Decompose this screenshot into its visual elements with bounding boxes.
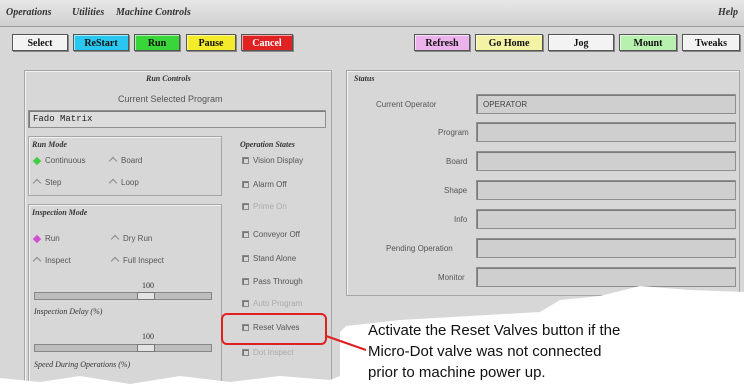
torn-paper-edge bbox=[0, 376, 340, 391]
reset-valves-highlight bbox=[221, 313, 327, 345]
callout-line: Micro-Dot valve was not connected bbox=[368, 343, 602, 360]
callout-text: Activate the Reset Valves button if the … bbox=[368, 320, 620, 383]
callout-line: prior to machine power up. bbox=[368, 364, 546, 381]
callout-line: Activate the Reset Valves button if the bbox=[368, 322, 621, 339]
